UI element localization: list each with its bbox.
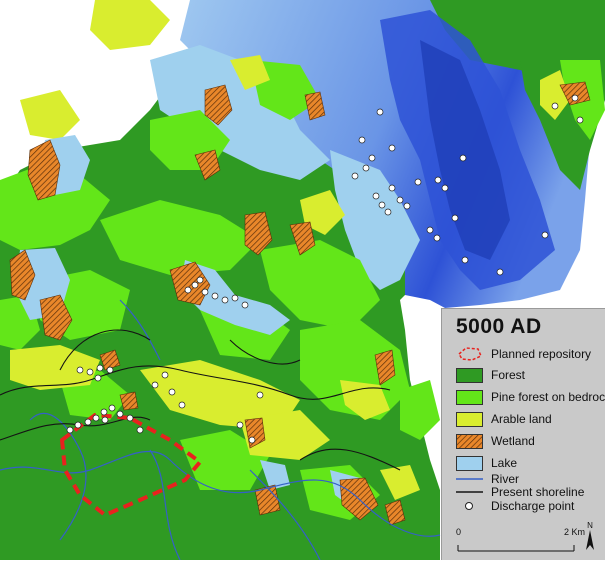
arable-swatch xyxy=(456,411,483,427)
legend-panel: 5000 AD Planned repository Forest Pine f… xyxy=(441,308,605,560)
legend-label: Wetland xyxy=(491,434,535,448)
legend-label: Planned repository xyxy=(491,347,592,361)
forest-swatch xyxy=(456,367,483,383)
scale-start-label: 0 xyxy=(456,527,462,537)
legend-label: Arable land xyxy=(491,412,552,426)
pine-forest-swatch xyxy=(456,389,483,405)
legend-item-forest: Forest xyxy=(456,366,525,384)
wetland-hatch-swatch xyxy=(456,433,483,449)
dashed-outline-icon xyxy=(458,347,482,361)
legend-item-wetland: Wetland xyxy=(456,432,535,450)
legend-item-pine-forest: Pine forest on bedrock xyxy=(456,388,605,406)
lake-swatch xyxy=(456,455,483,471)
legend-label: Forest xyxy=(491,368,526,382)
north-label: N xyxy=(587,521,593,530)
legend-item-discharge: Discharge point xyxy=(456,497,574,515)
legend-title: 5000 AD xyxy=(456,315,542,338)
scale-end-label: 2 Km xyxy=(564,527,586,537)
legend-item-arable: Arable land xyxy=(456,410,552,428)
white-circle-icon xyxy=(465,502,473,510)
legend-item-planned-repository: Planned repository xyxy=(456,345,591,363)
north-arrow: N xyxy=(585,521,595,554)
north-arrow-icon xyxy=(586,530,594,550)
black-line-icon xyxy=(456,491,483,493)
legend-label: Lake xyxy=(491,456,518,470)
legend-label: Discharge point xyxy=(491,499,575,513)
legend-label: Pine forest on bedrock xyxy=(491,390,605,404)
